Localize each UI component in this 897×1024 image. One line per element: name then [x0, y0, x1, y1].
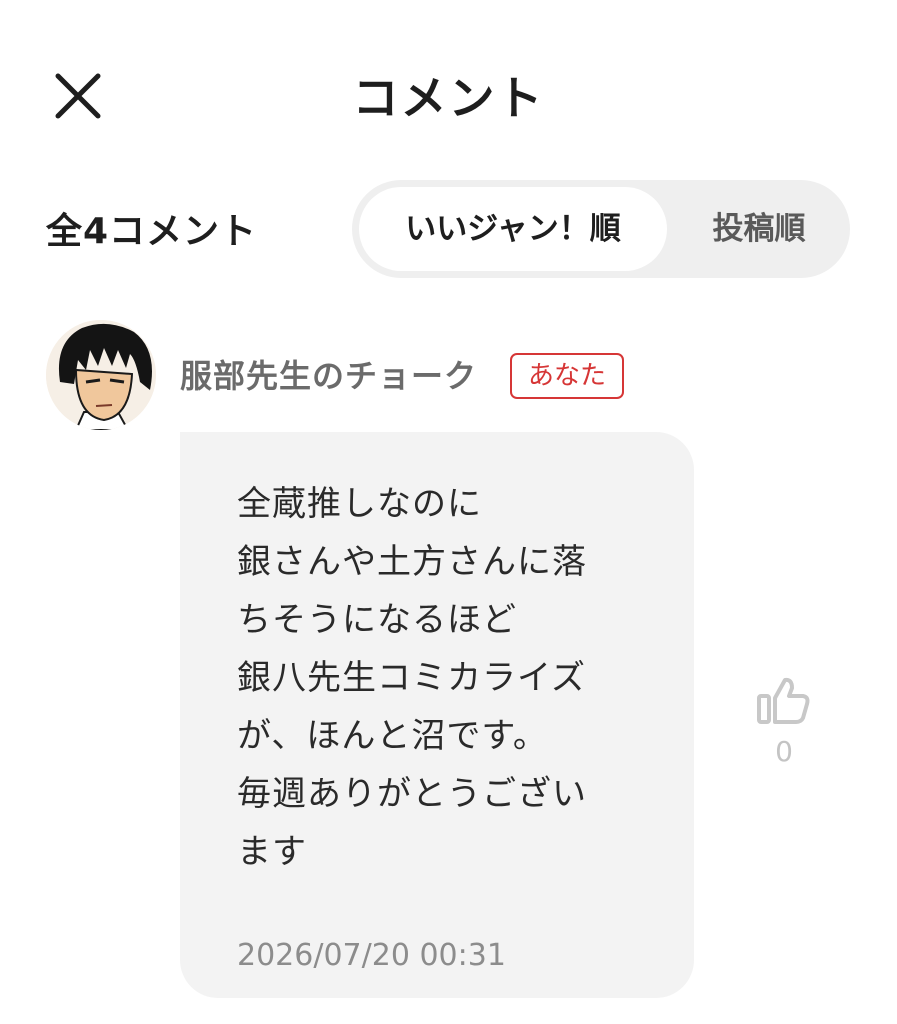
comment-text-line: ちそうになるほど	[237, 600, 517, 640]
comment-text-line: が、ほんと沼です。	[237, 716, 548, 756]
sort-toggle: いいジャン！順 投稿順	[352, 180, 850, 278]
comment-text-line: ます	[237, 832, 307, 872]
comment-text-line: 全蔵推しなのに	[237, 484, 482, 524]
sheet-corner	[867, 0, 897, 20]
comment-bubble: 全蔵推しなのに 銀さんや土方さんに落 ちそうになるほど 銀八先生コミカライズ が…	[180, 432, 694, 998]
sort-option-likes[interactable]: いいジャン！順	[359, 187, 667, 271]
like-button[interactable]	[756, 676, 812, 726]
you-badge: あなた	[510, 353, 624, 399]
like-count: 0	[775, 735, 793, 768]
thumbs-up-icon	[757, 677, 810, 724]
avatar-image	[46, 320, 156, 430]
comment-sheet: コメント 全4コメント いいジャン！順 投稿順 服部先生のチョーク あなた 全蔵…	[0, 0, 897, 1024]
comment-text-line: 銀さんや土方さんに落	[237, 542, 587, 582]
comment-username[interactable]: 服部先生のチョーク	[180, 352, 477, 400]
sort-option-newest[interactable]: 投稿順	[674, 187, 844, 271]
comment-count: 全4コメント	[46, 211, 258, 252]
avatar[interactable]	[46, 320, 156, 430]
comment-timestamp: 2026/07/20 00:31	[237, 938, 506, 973]
comment-text-line: 毎週ありがとうござい	[237, 774, 587, 814]
comment-text-line: 銀八先生コミカライズ	[237, 658, 586, 698]
page-title: コメント	[352, 71, 545, 125]
